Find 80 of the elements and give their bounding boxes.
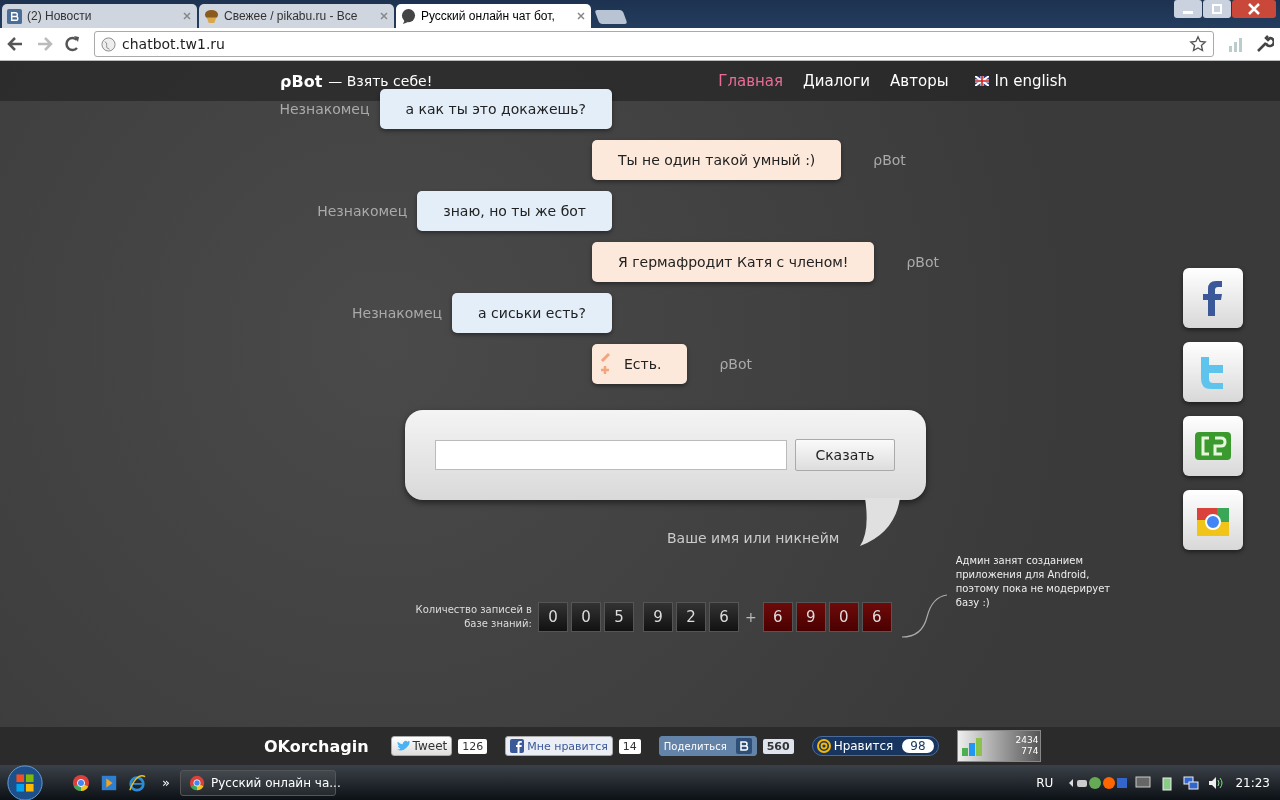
pending-digit: 9: [795, 602, 826, 632]
counter-digit: 5: [604, 602, 634, 632]
tray-icons-drawing[interactable]: [1067, 774, 1128, 791]
plus-sign: +: [745, 609, 757, 625]
clock[interactable]: 21:23: [1235, 775, 1270, 790]
author-name: Незнакомец: [279, 101, 370, 117]
message-bubble: а сиськи есть?: [452, 293, 612, 333]
visitor-count: 2434: [1015, 735, 1039, 746]
bird-icon: [395, 739, 410, 753]
tagline: — Взять себе!: [328, 73, 433, 89]
browser-tab[interactable]: Русский онлайн чат бот,: [396, 4, 591, 28]
nav-link[interactable]: Главная: [718, 72, 784, 90]
vk-icon: [735, 738, 752, 754]
message-bubble: Я гермафродит Катя с членом!: [592, 242, 875, 282]
share-button[interactable]: Поделиться: [658, 736, 757, 756]
message-bubble: Ты не один такой умный :): [592, 140, 842, 180]
chrome-icon[interactable]: [72, 773, 90, 792]
twitter-tile[interactable]: [1183, 342, 1243, 402]
facebook-tile[interactable]: [1183, 268, 1243, 328]
close-window-icon[interactable]: [1232, 0, 1276, 18]
language-indicator[interactable]: RU: [1036, 775, 1054, 790]
like-count: 98: [902, 739, 934, 753]
counter-digit: 6: [709, 602, 739, 632]
nav-link[interactable]: Диалоги: [803, 72, 871, 90]
monitor-icon[interactable]: [1135, 774, 1152, 791]
facebook-icon: [510, 739, 525, 753]
reload-icon[interactable]: [62, 34, 82, 54]
language-link[interactable]: In english: [994, 72, 1068, 90]
nav-link[interactable]: Авторы: [890, 72, 949, 90]
name-hint[interactable]: Ваше имя или никнейм: [667, 530, 840, 546]
cupcake-icon: [204, 8, 219, 24]
flag-icon: [974, 76, 989, 86]
counter-digit: 0: [538, 602, 568, 632]
media-player-icon[interactable]: [100, 773, 118, 792]
minimize-icon[interactable]: [1174, 0, 1202, 18]
say-button[interactable]: Сказать: [795, 439, 895, 471]
message-bubble: Есть.: [592, 344, 688, 384]
start-button[interactable]: [6, 763, 44, 800]
author-link[interactable]: OKorchagin: [264, 736, 369, 756]
vk-icon: [7, 8, 22, 24]
author-name: Незнакомец: [317, 203, 408, 219]
visitor-count: 774: [1020, 746, 1039, 757]
pending-digit: 6: [861, 602, 892, 632]
logo-tile[interactable]: [1183, 416, 1243, 476]
network-icon[interactable]: [1183, 774, 1200, 791]
ie-icon[interactable]: [128, 773, 146, 792]
counter-digit: 2: [676, 602, 706, 632]
author-name: ρBot: [719, 356, 752, 372]
browser-tab[interactable]: (2) Новости: [2, 4, 197, 28]
address-bar[interactable]: chatbot.tw1.ru: [94, 31, 1214, 57]
message-bubble: а как ты это докажешь?: [379, 89, 612, 129]
share-button[interactable]: Tweet: [390, 736, 453, 756]
site-logo[interactable]: ρBot: [280, 71, 323, 91]
counter-digit: 9: [643, 602, 673, 632]
restore-icon[interactable]: [1203, 0, 1231, 18]
browser-tab[interactable]: Свежее / pikabu.ru - Все: [199, 4, 394, 28]
message-input[interactable]: [435, 440, 787, 470]
visitor-counter[interactable]: 2434 774: [956, 730, 1042, 762]
author-name: ρBot: [873, 152, 906, 168]
pending-digit: 0: [828, 602, 859, 632]
close-icon[interactable]: [576, 11, 586, 21]
star-icon[interactable]: [1189, 35, 1207, 53]
share-button[interactable]: Мне нравится: [505, 736, 613, 756]
message-bubble: знаю, но ты же бот: [417, 191, 612, 231]
chrome-icon: [188, 774, 205, 791]
author-name: ρBot: [906, 254, 939, 270]
new-tab-button[interactable]: [594, 10, 628, 24]
share-button[interactable]: Нравится 98: [811, 736, 939, 756]
pending-digit: 6: [762, 602, 793, 632]
admin-note: Админ занят созданием приложения для Android, поэтому пока не модерирует базу :): [955, 554, 1112, 610]
share-count: 126: [458, 738, 488, 754]
counter-label: Количество записей в базе знаний:: [414, 603, 532, 631]
more-button[interactable]: »: [162, 775, 170, 790]
share-count: 560: [762, 738, 794, 754]
counter-digit: 0: [571, 602, 601, 632]
share-count: 14: [618, 738, 641, 754]
speech-bubble-icon: [401, 8, 416, 24]
author-name: Незнакомец: [352, 305, 443, 321]
globe-icon: [101, 36, 116, 52]
chrome-tile[interactable]: [1183, 490, 1243, 550]
